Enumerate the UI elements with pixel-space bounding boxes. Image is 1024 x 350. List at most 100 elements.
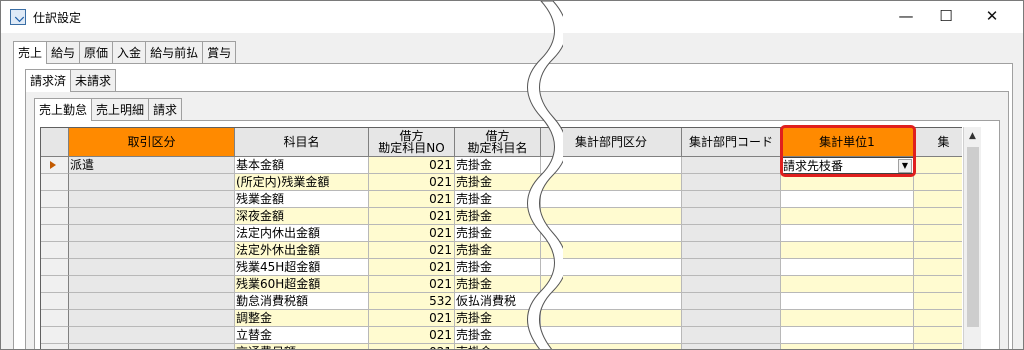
row-selector[interactable]	[41, 157, 69, 174]
cell-torihiki[interactable]	[69, 191, 235, 208]
header-shukei-bumon-kubun[interactable]: 集計部門区分	[541, 128, 682, 157]
header-kamoku-name[interactable]: 科目名	[235, 128, 369, 157]
header-kari-kamoku-no[interactable]: 借方 勘定科目NO	[369, 128, 455, 157]
cell-next[interactable]	[914, 242, 962, 259]
cell-bumon[interactable]	[541, 191, 682, 208]
cell-tani1[interactable]	[781, 208, 914, 225]
cell-next[interactable]	[914, 344, 962, 349]
cell-tani1[interactable]	[781, 174, 914, 191]
cell-bumon-code[interactable]	[682, 225, 781, 242]
row-selector[interactable]	[41, 259, 69, 276]
cell-torihiki[interactable]: 派遣	[69, 157, 235, 174]
scrollbar-thumb[interactable]	[967, 147, 979, 327]
cell-torihiki[interactable]	[69, 310, 235, 327]
cell-kari-no[interactable]: 021	[369, 225, 455, 242]
cell-bumon-code[interactable]	[682, 327, 781, 344]
cell-tani1[interactable]	[781, 191, 914, 208]
header-shukei-bumon-code[interactable]: 集計部門コード	[682, 128, 781, 157]
tab-kyuyo[interactable]: 給与	[46, 41, 81, 63]
cell-torihiki[interactable]	[69, 344, 235, 349]
cell-kari-no[interactable]: 021	[369, 276, 455, 293]
cell-bumon-code[interactable]	[682, 293, 781, 310]
cell-kamoku[interactable]: 法定内休出金額	[235, 225, 369, 242]
cell-kamoku[interactable]: 残業金額	[235, 191, 369, 208]
row-selector[interactable]	[41, 276, 69, 293]
cell-torihiki[interactable]	[69, 327, 235, 344]
row-selector[interactable]	[41, 208, 69, 225]
header-shukei-tani-1[interactable]: 集計単位1	[781, 128, 914, 157]
tab-uriage-kintai[interactable]: 売上勤怠	[34, 98, 93, 121]
cell-kamoku[interactable]: 深夜金額	[235, 208, 369, 225]
cell-next[interactable]	[914, 225, 962, 242]
cell-bumon-code[interactable]	[682, 276, 781, 293]
cell-torihiki[interactable]	[69, 276, 235, 293]
cell-bumon[interactable]	[541, 208, 682, 225]
cell-kari-name[interactable]: 売掛金	[455, 310, 541, 327]
row-selector[interactable]	[41, 225, 69, 242]
cell-kari-name[interactable]: 売掛金	[455, 174, 541, 191]
cell-tani1[interactable]	[781, 242, 914, 259]
cell-kari-name[interactable]: 売掛金	[455, 242, 541, 259]
tani1-select[interactable]: 請求先枝番 ▼	[781, 157, 914, 174]
cell-bumon[interactable]	[541, 293, 682, 310]
cell-torihiki[interactable]	[69, 225, 235, 242]
header-torihiki-kubun[interactable]: 取引区分	[69, 128, 235, 157]
tab-uriage[interactable]: 売上	[13, 41, 48, 64]
maximize-button[interactable]: ☐	[923, 1, 969, 32]
cell-kari-name[interactable]: 売掛金	[455, 157, 541, 174]
cell-next[interactable]	[914, 191, 962, 208]
cell-kamoku[interactable]: 残業45H超金額	[235, 259, 369, 276]
dropdown-arrow-icon[interactable]: ▼	[898, 159, 912, 173]
row-selector[interactable]	[41, 327, 69, 344]
cell-kari-no[interactable]: 021	[369, 259, 455, 276]
cell-kamoku[interactable]: 勤怠消費税額	[235, 293, 369, 310]
cell-torihiki[interactable]	[69, 259, 235, 276]
cell-bumon-code[interactable]	[682, 208, 781, 225]
cell-kari-no[interactable]: 532	[369, 293, 455, 310]
row-selector[interactable]	[41, 174, 69, 191]
cell-next[interactable]	[914, 157, 962, 174]
cell-tani1[interactable]	[781, 225, 914, 242]
cell-kari-name[interactable]: 売掛金	[455, 225, 541, 242]
tab-shoyo[interactable]: 賞与	[202, 41, 237, 63]
cell-tani1[interactable]	[781, 327, 914, 344]
cell-kari-no[interactable]: 021	[369, 174, 455, 191]
cell-kamoku[interactable]: 基本金額	[235, 157, 369, 174]
cell-kamoku[interactable]: 残業60H超金額	[235, 276, 369, 293]
cell-torihiki[interactable]	[69, 242, 235, 259]
cell-kari-no[interactable]: 021	[369, 191, 455, 208]
row-selector[interactable]	[41, 242, 69, 259]
cell-torihiki[interactable]	[69, 293, 235, 310]
cell-next[interactable]	[914, 327, 962, 344]
cell-bumon-code[interactable]	[682, 344, 781, 349]
cell-kari-name[interactable]: 売掛金	[455, 259, 541, 276]
cell-kari-name[interactable]: 売掛金	[455, 276, 541, 293]
cell-bumon-code[interactable]	[682, 310, 781, 327]
tab-seikyu-zumi[interactable]: 請求済	[25, 69, 72, 92]
cell-kari-name[interactable]: 売掛金	[455, 191, 541, 208]
cell-next[interactable]	[914, 310, 962, 327]
cell-bumon[interactable]	[541, 225, 682, 242]
cell-kari-no[interactable]: 021	[369, 344, 455, 349]
tab-seikyu[interactable]: 請求	[148, 98, 183, 120]
cell-bumon-code[interactable]	[682, 191, 781, 208]
cell-bumon[interactable]	[541, 242, 682, 259]
vertical-scrollbar[interactable]: ▲	[963, 127, 981, 349]
cell-torihiki[interactable]	[69, 208, 235, 225]
cell-next[interactable]	[914, 293, 962, 310]
cell-tani1[interactable]	[781, 293, 914, 310]
row-selector[interactable]	[41, 310, 69, 327]
cell-bumon[interactable]	[541, 174, 682, 191]
cell-kari-no[interactable]: 021	[369, 208, 455, 225]
cell-tani1[interactable]	[781, 344, 914, 349]
cell-bumon-code[interactable]	[682, 242, 781, 259]
cell-tani1[interactable]	[781, 310, 914, 327]
cell-kari-name[interactable]: 売掛金	[455, 344, 541, 349]
tab-mi-seikyu[interactable]: 未請求	[70, 69, 117, 91]
cell-kamoku[interactable]: 法定外休出金額	[235, 242, 369, 259]
cell-bumon-code[interactable]	[682, 259, 781, 276]
cell-bumon[interactable]	[541, 157, 682, 174]
tab-uriage-meisai[interactable]: 売上明細	[91, 98, 150, 120]
cell-tani1[interactable]	[781, 259, 914, 276]
cell-kamoku[interactable]: 交通費日額	[235, 344, 369, 349]
